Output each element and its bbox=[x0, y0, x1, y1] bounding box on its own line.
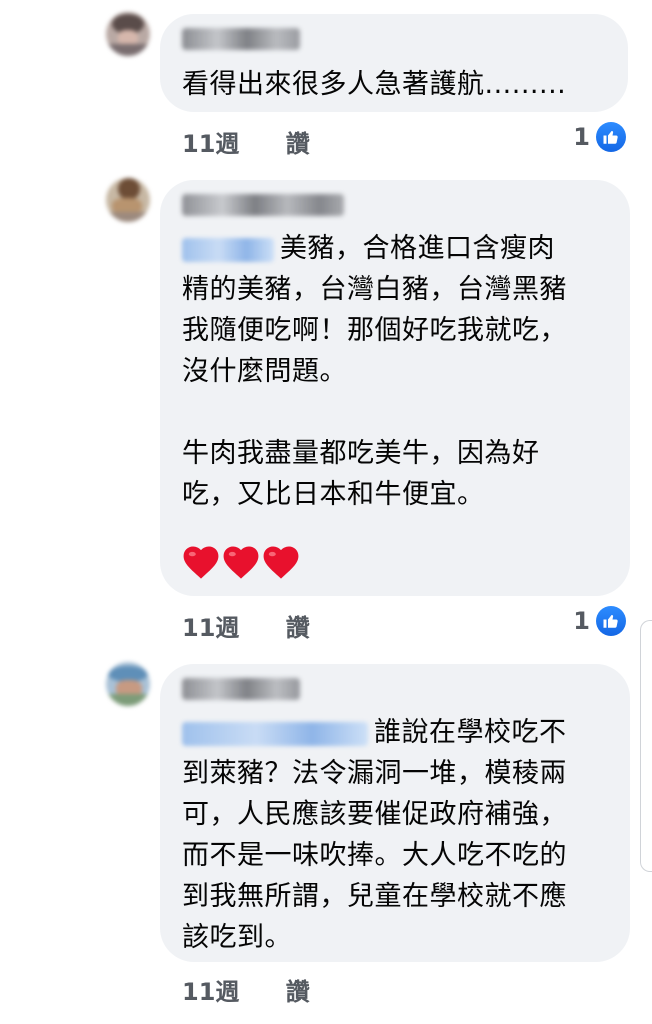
avatar[interactable] bbox=[106, 178, 150, 222]
comment-meta: 11週 讚 bbox=[182, 972, 310, 1007]
avatar[interactable] bbox=[106, 662, 150, 706]
comment-meta: 11週 讚 bbox=[182, 124, 310, 159]
like-thumb-icon bbox=[596, 122, 626, 152]
comment-bubble: 看得出來很多人急著護航......... bbox=[160, 14, 628, 112]
author-name-redacted[interactable] bbox=[182, 678, 300, 700]
reaction-count[interactable]: 1 bbox=[573, 122, 626, 152]
comment-bubble: 美豬，合格進口含瘦肉 精的美豬，台灣白豬，台灣黑豬 我隨便吃啊！那個好吃我就吃，… bbox=[160, 180, 630, 596]
like-button[interactable]: 讚 bbox=[286, 608, 310, 643]
heart-icon bbox=[223, 546, 259, 579]
emoji-hearts bbox=[182, 544, 300, 580]
mention-redacted[interactable] bbox=[182, 237, 274, 262]
reaction-count-value: 1 bbox=[573, 607, 590, 635]
comment-bubble: 誰說在學校吃不 到萊豬？法令漏洞一堆，模稜兩 可，人民應該要催促政府補強， 而不… bbox=[160, 664, 630, 962]
comment-text-body: 誰說在學校吃不 到萊豬？法令漏洞一堆，模稜兩 可，人民應該要催促政府補強， 而不… bbox=[182, 717, 567, 953]
author-name-redacted[interactable] bbox=[182, 194, 344, 216]
comment-text: 美豬，合格進口含瘦肉 精的美豬，台灣白豬，台灣黑豬 我隨便吃啊！那個好吃我就吃，… bbox=[182, 228, 567, 515]
heart-icon bbox=[183, 546, 219, 579]
timestamp[interactable]: 11週 bbox=[182, 608, 239, 643]
comment-text-body: 美豬，合格進口含瘦肉 精的美豬，台灣白豬，台灣黑豬 我隨便吃啊！那個好吃我就吃，… bbox=[182, 233, 567, 510]
reaction-count-value: 1 bbox=[573, 123, 590, 151]
avatar[interactable] bbox=[106, 12, 150, 56]
timestamp[interactable]: 11週 bbox=[182, 972, 239, 1007]
author-name-redacted[interactable] bbox=[182, 28, 300, 50]
reaction-count[interactable]: 1 bbox=[573, 606, 626, 636]
like-thumb-icon bbox=[596, 606, 626, 636]
heart-icon bbox=[263, 546, 299, 579]
comment-text: 看得出來很多人急著護航......... bbox=[182, 69, 567, 100]
like-button[interactable]: 讚 bbox=[286, 124, 310, 159]
scrollbar-edge[interactable] bbox=[640, 620, 652, 872]
mention-redacted[interactable] bbox=[182, 721, 368, 746]
comment-text: 誰說在學校吃不 到萊豬？法令漏洞一堆，模稜兩 可，人民應該要催促政府補強， 而不… bbox=[182, 712, 567, 958]
timestamp[interactable]: 11週 bbox=[182, 124, 239, 159]
like-button[interactable]: 讚 bbox=[286, 972, 310, 1007]
comment-meta: 11週 讚 bbox=[182, 608, 310, 643]
